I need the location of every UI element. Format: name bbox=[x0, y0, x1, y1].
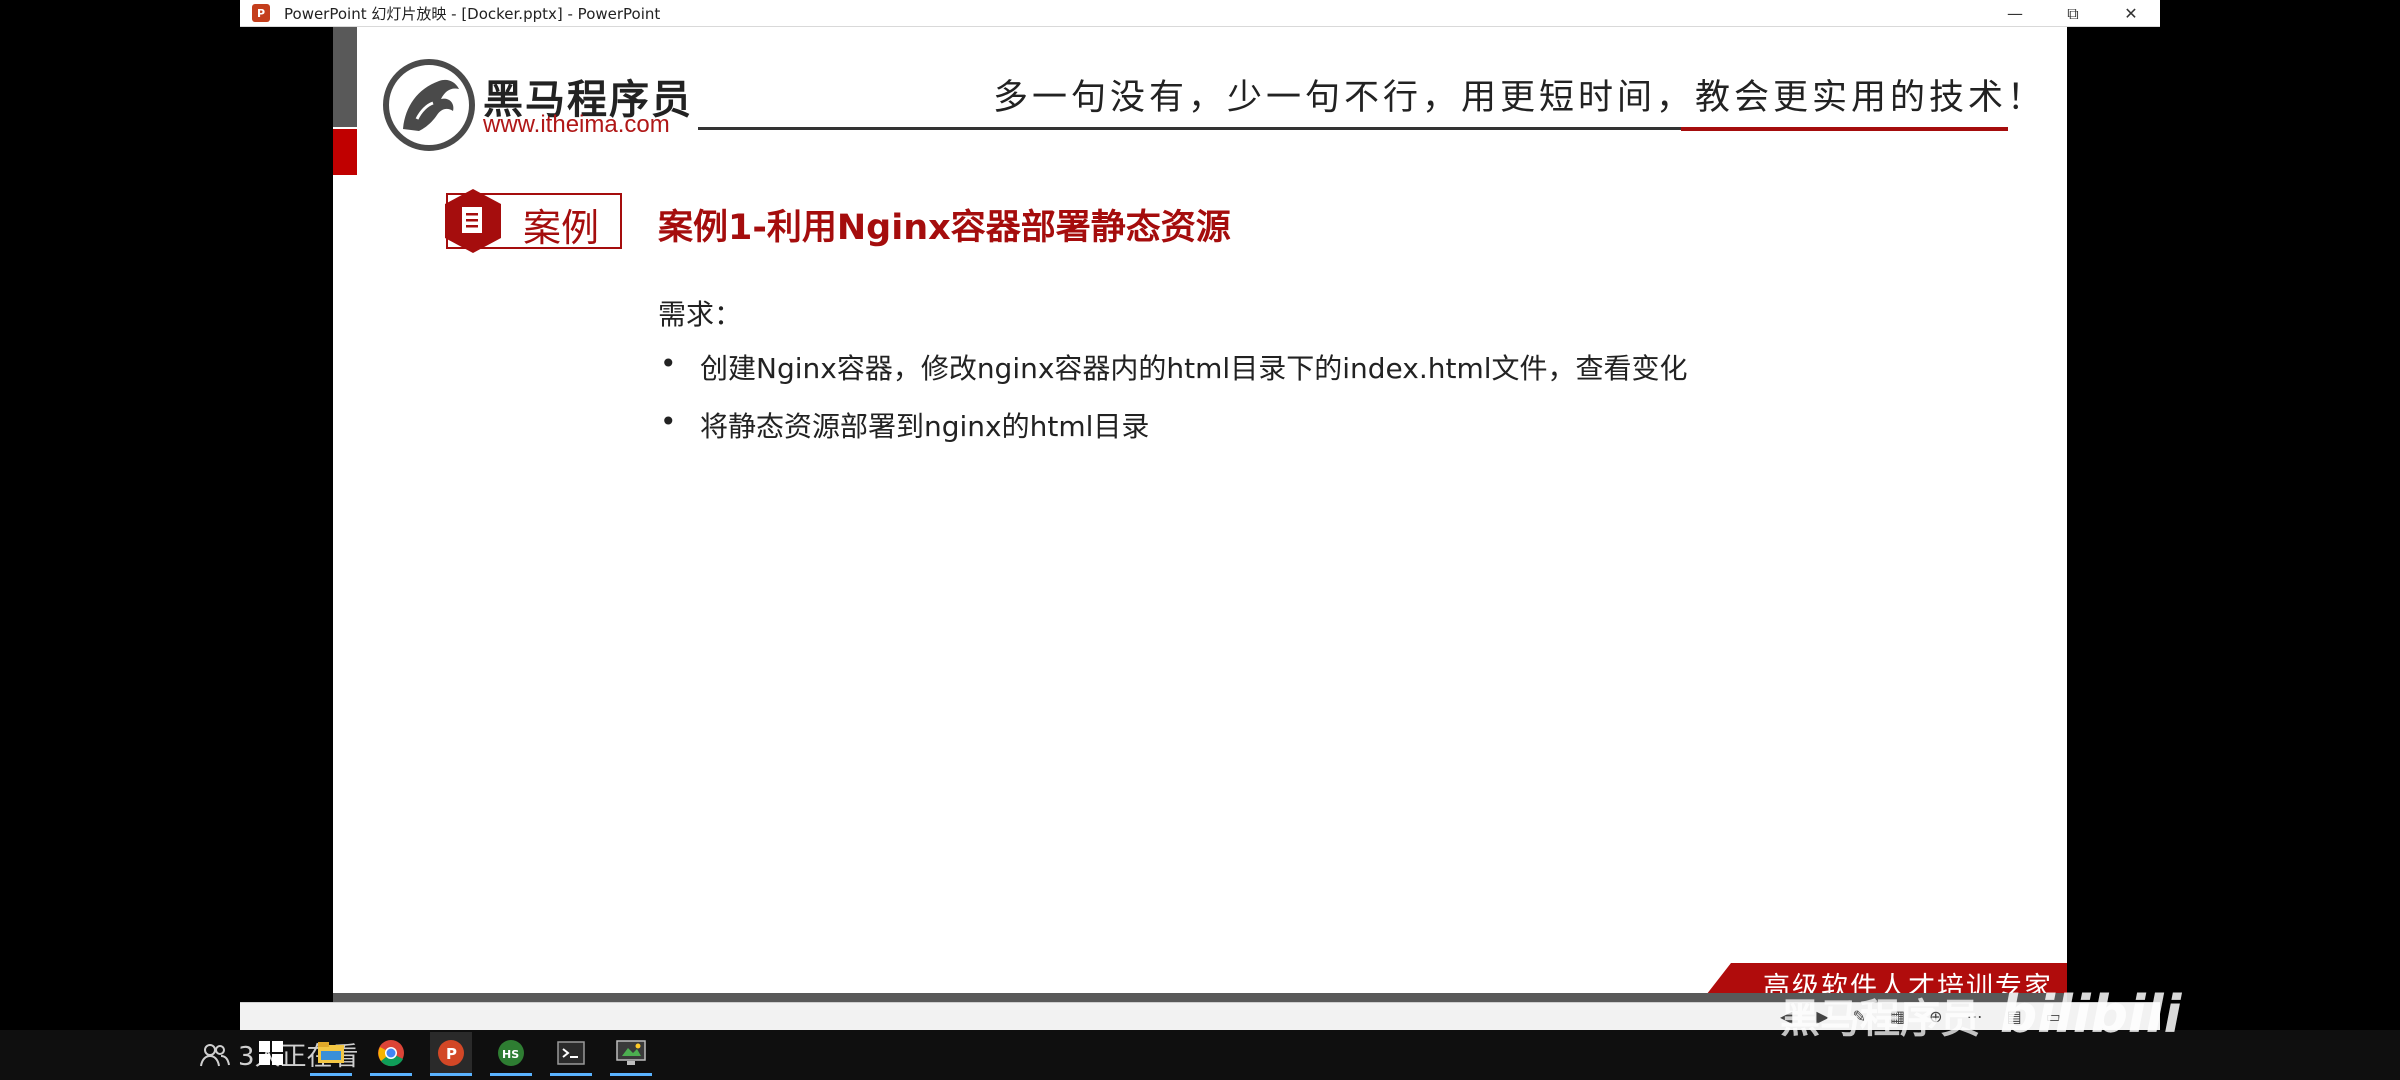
svg-text:HS: HS bbox=[502, 1048, 519, 1061]
video-watermark: 黑马程序员 bilibili bbox=[1780, 985, 2181, 1045]
chrome-icon[interactable] bbox=[370, 1032, 412, 1076]
file-explorer-icon[interactable] bbox=[310, 1032, 352, 1076]
minimize-button[interactable]: — bbox=[1986, 0, 2044, 27]
hbuilder-icon[interactable]: HS bbox=[490, 1032, 532, 1076]
window-controls: — ⧉ ✕ bbox=[1986, 0, 2160, 27]
requirement-list: • 创建Nginx容器，修改nginx容器内的html目录下的index.htm… bbox=[658, 347, 1688, 463]
bullet-icon: • bbox=[660, 405, 677, 438]
close-button[interactable]: ✕ bbox=[2102, 0, 2160, 27]
slide-left-strip-red bbox=[333, 129, 357, 175]
requirement-heading: 需求： bbox=[658, 298, 743, 331]
powerpoint-window: P PowerPoint 幻灯片放映 - [Docker.pptx] - Pow… bbox=[240, 0, 2160, 1030]
title-bar[interactable]: P PowerPoint 幻灯片放映 - [Docker.pptx] - Pow… bbox=[240, 0, 2160, 27]
watermark-text: 黑马程序员 bbox=[1780, 996, 1980, 1042]
svg-text:P: P bbox=[446, 1045, 457, 1063]
case-label: 案例 bbox=[523, 206, 600, 250]
people-icon bbox=[200, 1043, 230, 1066]
restore-button[interactable]: ⧉ bbox=[2044, 0, 2102, 27]
document-hexagon-icon bbox=[445, 189, 501, 253]
taskbar-icons: P HS bbox=[250, 1032, 652, 1076]
slide-title: 案例1-利用Nginx容器部署静态资源 bbox=[658, 208, 1231, 248]
logo-url: www.itheima.com bbox=[483, 111, 670, 138]
list-item-text: 创建Nginx容器，修改nginx容器内的html目录下的index.html文… bbox=[700, 352, 1688, 385]
header-rule-accent bbox=[1681, 127, 2008, 131]
terminal-icon[interactable] bbox=[550, 1032, 592, 1076]
list-item: • 创建Nginx容器，修改nginx容器内的html目录下的index.htm… bbox=[658, 347, 1688, 405]
list-item-text: 将静态资源部署到nginx的html目录 bbox=[700, 410, 1150, 443]
powerpoint-taskbar-icon[interactable]: P bbox=[430, 1032, 472, 1076]
window-title: PowerPoint 幻灯片放映 - [Docker.pptx] - Power… bbox=[284, 4, 661, 23]
windows-start-icon[interactable] bbox=[250, 1032, 292, 1076]
list-item: • 将静态资源部署到nginx的html目录 bbox=[658, 405, 1688, 463]
slide-left-strip-dark bbox=[333, 27, 357, 127]
slide-canvas[interactable]: 黑马程序员 www.itheima.com 多一句没有，少一句不行，用更短时间，… bbox=[333, 27, 2067, 1002]
bullet-icon: • bbox=[660, 347, 677, 380]
horse-logo-icon bbox=[383, 59, 475, 151]
header-slogan: 多一句没有，少一句不行，用更短时间，教会更实用的技术！ bbox=[993, 78, 2047, 118]
bilibili-logo-icon: bilibili bbox=[2000, 985, 2182, 1045]
remote-desktop-icon[interactable] bbox=[610, 1032, 652, 1076]
powerpoint-app-icon: P bbox=[252, 4, 270, 22]
